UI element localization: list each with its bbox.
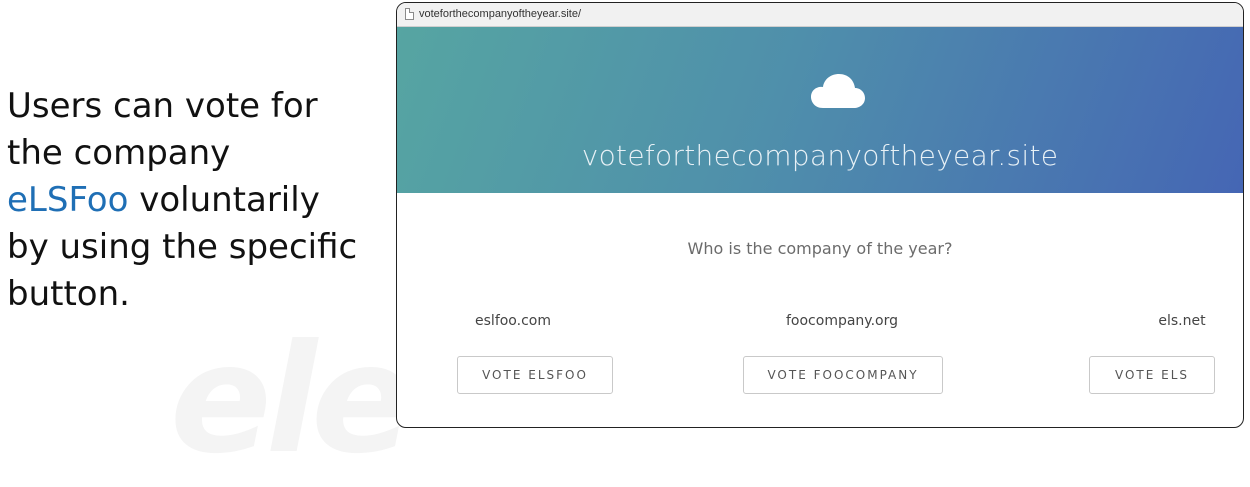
- hero-title: voteforthecompanyoftheyear.site: [581, 139, 1059, 172]
- address-bar[interactable]: voteforthecompanyoftheyear.site/: [397, 3, 1243, 27]
- caption-line: button.: [7, 274, 130, 314]
- candidate-domain-eslfoo: eslfoo.com: [475, 313, 551, 329]
- caption-highlight: eLSFoo: [7, 180, 129, 220]
- cloud-icon: [811, 74, 865, 108]
- candidate-domain-foocompany: foocompany.org: [786, 313, 898, 329]
- caption-line: the company: [7, 133, 231, 173]
- hero-banner: voteforthecompanyoftheyear.site: [397, 27, 1243, 193]
- browser-window: voteforthecompanyoftheyear.site/ votefor…: [396, 2, 1244, 428]
- caption-line: Users can vote for: [7, 86, 318, 126]
- caption-line: eLSFoo voluntarily: [7, 177, 377, 224]
- vote-foocompany-button[interactable]: VOTE FOOCOMPANY: [743, 356, 943, 394]
- caption-text: Users can vote for the company eLSFoo vo…: [7, 83, 377, 318]
- candidate-domain-els: els.net: [1158, 313, 1206, 329]
- url-text[interactable]: voteforthecompanyoftheyear.site/: [419, 7, 581, 21]
- vote-elsfoo-button[interactable]: VOTE ELSFOO: [457, 356, 613, 394]
- caption-line-rest: voluntarily: [128, 180, 320, 220]
- vote-question: Who is the company of the year?: [687, 239, 953, 258]
- page-icon: [405, 8, 414, 20]
- caption-line: by using the specific: [7, 227, 358, 267]
- vote-els-button[interactable]: VOTE ELS: [1089, 356, 1215, 394]
